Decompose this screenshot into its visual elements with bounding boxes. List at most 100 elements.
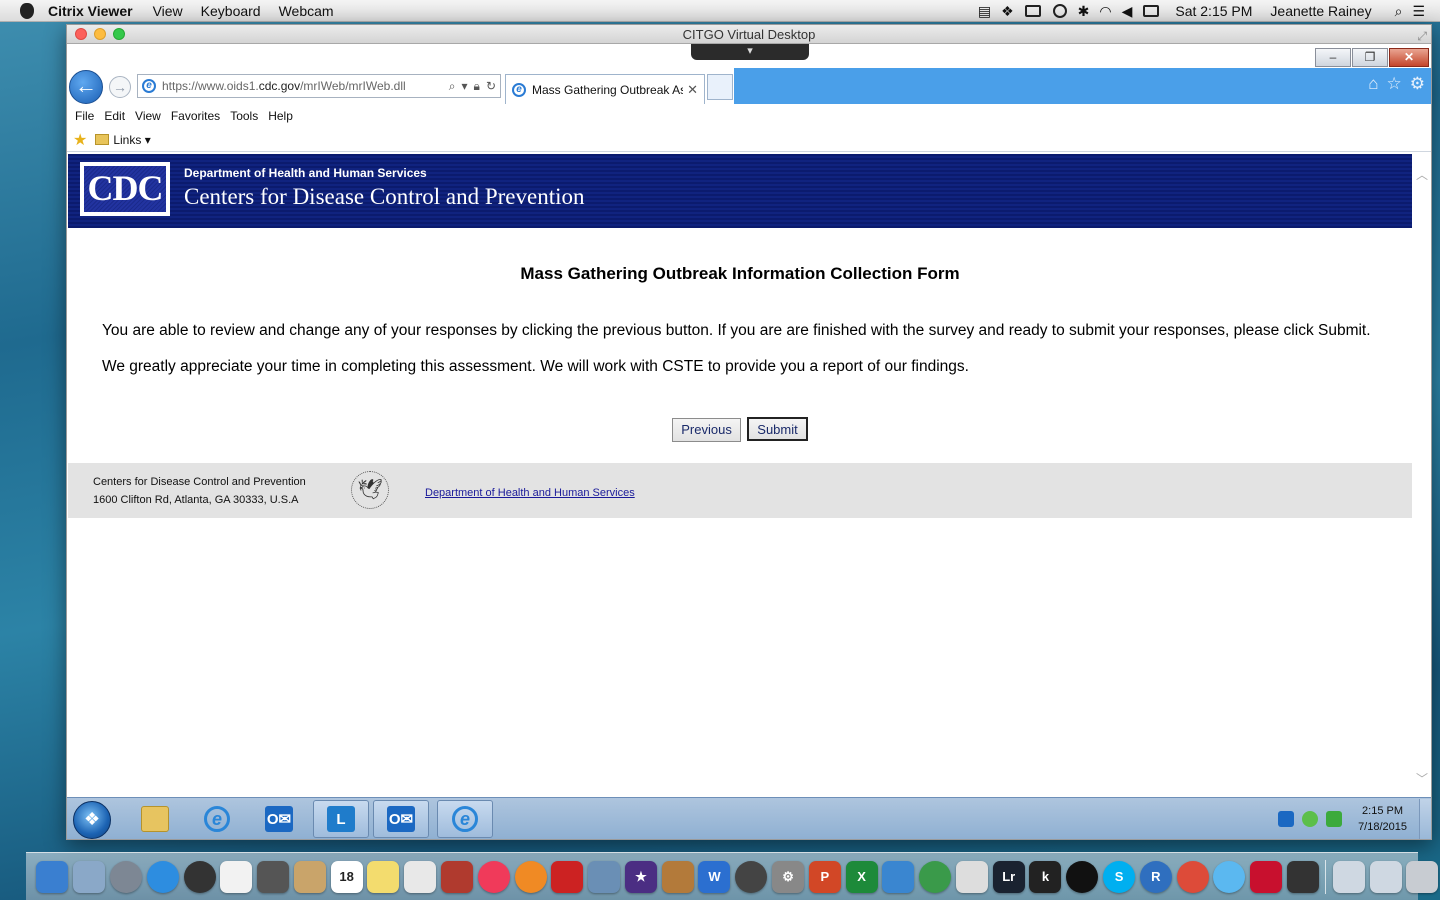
time-machine-icon[interactable] xyxy=(1052,4,1067,18)
word-icon[interactable]: W xyxy=(698,860,731,893)
home-icon[interactable]: ⌂ xyxy=(1368,74,1378,94)
citrix-icon[interactable] xyxy=(1286,860,1319,893)
submit-button[interactable]: Submit xyxy=(747,417,808,441)
preview-icon[interactable] xyxy=(73,860,106,893)
documents-icon[interactable] xyxy=(1369,860,1402,893)
close-tab-icon[interactable]: ✕ xyxy=(687,82,698,98)
menu-view[interactable]: View xyxy=(135,109,161,123)
calendar-icon[interactable]: 18 xyxy=(330,860,363,893)
menu-keyboard[interactable]: Keyboard xyxy=(201,3,261,19)
printer-icon[interactable] xyxy=(955,860,988,893)
acrobat-icon[interactable] xyxy=(1250,860,1283,893)
bluetooth-icon[interactable]: ✱ xyxy=(1078,3,1090,20)
taskbar-clock[interactable]: 2:15 PM 7/18/2015 xyxy=(1358,803,1407,835)
slideshow-icon[interactable] xyxy=(551,860,584,893)
dropdown-arrow-icon[interactable]: ▾ xyxy=(462,79,468,94)
close-button[interactable]: ✕ xyxy=(1389,48,1429,67)
previous-button[interactable]: Previous xyxy=(672,418,741,442)
minimize-button[interactable]: – xyxy=(1315,48,1351,67)
vertical-scrollbar[interactable]: ︿ ﹀ xyxy=(1413,154,1431,797)
menu-view[interactable]: View xyxy=(153,3,183,19)
menu-tools[interactable]: Tools xyxy=(230,109,258,123)
dropbox-icon[interactable]: ❖ xyxy=(1001,3,1014,20)
contacts-icon[interactable] xyxy=(293,860,326,893)
outlook-tray-icon[interactable] xyxy=(1278,811,1295,827)
menubar-clock[interactable]: Sat 2:15 PM xyxy=(1175,3,1252,19)
favorites-add-icon[interactable]: ★ xyxy=(73,130,87,150)
garageband-icon[interactable] xyxy=(661,860,694,893)
photo-booth-icon[interactable] xyxy=(440,860,473,893)
lync-dock-icon[interactable] xyxy=(882,860,915,893)
sync-tray-icon[interactable] xyxy=(1302,811,1319,827)
close-window-icon[interactable] xyxy=(75,28,87,40)
security-tray-icon[interactable] xyxy=(1326,811,1343,827)
excel-icon[interactable]: X xyxy=(845,860,878,893)
reminders-icon[interactable] xyxy=(404,860,437,893)
citrix-toolbar-handle[interactable]: ▾ xyxy=(691,44,809,60)
network-icon[interactable] xyxy=(919,860,952,893)
user-name[interactable]: Jeanette Rainey xyxy=(1270,3,1371,19)
r-icon[interactable]: R xyxy=(1139,860,1172,893)
powerpoint-icon[interactable]: P xyxy=(808,860,841,893)
url-text[interactable]: https://www.oids1.cdc.gov/mrIWeb/mrIWeb.… xyxy=(162,79,449,93)
settings-gear-icon[interactable]: ⚙ xyxy=(1410,74,1425,94)
wifi-icon[interactable]: ◠ xyxy=(1099,3,1111,20)
lock-icon[interactable]: 🔒︎ xyxy=(474,79,480,94)
finder-icon[interactable] xyxy=(36,860,69,893)
citrix-titlebar[interactable]: CITGO Virtual Desktop ⤢ xyxy=(67,25,1431,44)
itunes-icon[interactable] xyxy=(477,860,510,893)
menu-edit[interactable]: Edit xyxy=(104,109,125,123)
scroll-up-icon[interactable]: ︿ xyxy=(1416,166,1428,183)
downloads-icon[interactable] xyxy=(1332,860,1365,893)
taskbar-outlook-2[interactable]: O✉ xyxy=(373,800,429,838)
notification-center-icon[interactable]: ☰ xyxy=(1412,3,1425,20)
show-desktop-button[interactable] xyxy=(1419,799,1431,839)
lightroom-icon[interactable]: Lr xyxy=(992,860,1025,893)
time-machine-icon[interactable] xyxy=(735,860,768,893)
hhs-link[interactable]: Department of Health and Human Services xyxy=(425,487,635,499)
textedit-icon[interactable] xyxy=(220,860,253,893)
trash-icon[interactable] xyxy=(1406,860,1439,893)
scroll-down-icon[interactable]: ﹀ xyxy=(1416,770,1428,787)
tab-mass-gathering[interactable]: e Mass Gathering Outbreak Ass... ✕ xyxy=(505,74,705,104)
menu-favorites[interactable]: Favorites xyxy=(171,109,220,123)
taskbar-explorer[interactable] xyxy=(127,800,183,838)
restore-button[interactable]: ❐ xyxy=(1352,48,1388,67)
imovie-icon[interactable]: ★ xyxy=(624,860,657,893)
cdc-logo[interactable]: CDC xyxy=(80,162,170,216)
kindle-icon[interactable]: k xyxy=(1029,860,1062,893)
taskbar-outlook[interactable]: O✉ xyxy=(251,800,307,838)
menu-webcam[interactable]: Webcam xyxy=(279,3,334,19)
back-button[interactable]: ← xyxy=(69,70,103,104)
search-icon[interactable]: ⌕ xyxy=(449,79,456,94)
launchpad-icon[interactable] xyxy=(109,860,142,893)
minimize-window-icon[interactable] xyxy=(94,28,106,40)
taskbar-lync[interactable]: L xyxy=(313,800,369,838)
menu-file[interactable]: File xyxy=(75,109,94,123)
volume-icon[interactable]: ◀ xyxy=(1122,3,1133,20)
airplay-icon[interactable] xyxy=(1024,5,1041,17)
safari-icon[interactable] xyxy=(146,860,179,893)
taskbar-ie-active[interactable]: e xyxy=(437,800,493,838)
notes-icon[interactable] xyxy=(367,860,400,893)
forward-button[interactable]: → xyxy=(109,76,131,98)
start-button[interactable] xyxy=(73,801,111,839)
zoom-window-icon[interactable] xyxy=(113,28,125,40)
menu-help[interactable]: Help xyxy=(268,109,293,123)
new-tab-button[interactable] xyxy=(707,74,733,100)
taskbar-ie[interactable]: e xyxy=(189,800,245,838)
facetime-icon[interactable] xyxy=(257,860,290,893)
favorites-star-icon[interactable]: ☆ xyxy=(1387,74,1402,94)
apple-icon[interactable] xyxy=(20,2,34,19)
chrome-icon[interactable] xyxy=(1176,860,1209,893)
system-preferences-icon[interactable]: ⚙ xyxy=(772,860,805,893)
links-folder[interactable]: Links ▾ xyxy=(113,133,150,147)
aperture-icon[interactable] xyxy=(1066,860,1099,893)
refresh-icon[interactable]: ↻ xyxy=(486,79,496,94)
skype-icon[interactable]: S xyxy=(1103,860,1136,893)
address-bar[interactable]: e https://www.oids1.cdc.gov/mrIWeb/mrIWe… xyxy=(137,74,501,98)
messages-icon[interactable] xyxy=(1213,860,1246,893)
dashboard-icon[interactable] xyxy=(183,860,216,893)
ibooks-icon[interactable] xyxy=(514,860,547,893)
app-name-menu[interactable]: Citrix Viewer xyxy=(48,3,133,19)
